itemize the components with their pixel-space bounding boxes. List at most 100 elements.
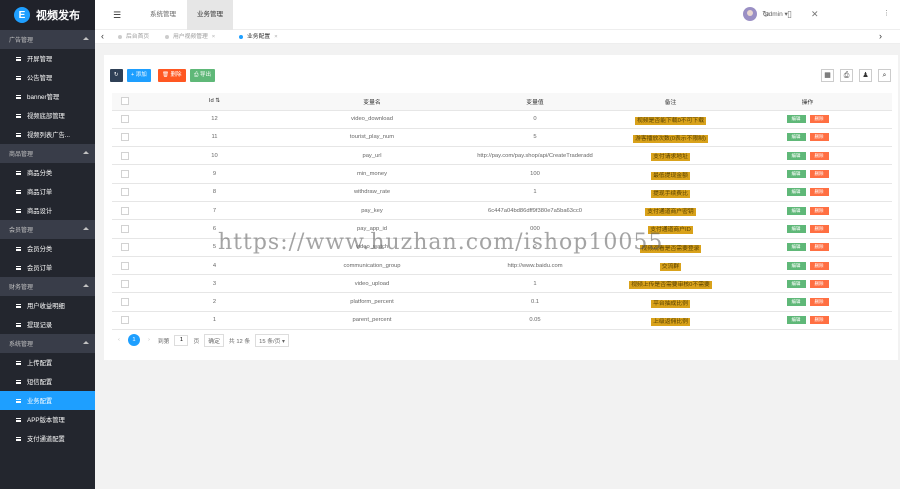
sidebar-item[interactable]: 公告管理 (0, 68, 95, 87)
print-icon[interactable]: ⎙ (840, 69, 853, 82)
table-row[interactable]: 1 parent_percent 0.05 上级返佣比例 编辑 删除 (112, 311, 892, 331)
sidebar-item[interactable]: banner管理 (0, 87, 95, 106)
row-checkbox[interactable] (112, 183, 137, 202)
more-icon[interactable]: ⋮ (883, 9, 890, 17)
row-delete-button[interactable]: 删除 (809, 151, 829, 160)
sidebar-group-4[interactable]: 系统管理 (0, 334, 95, 353)
edit-button[interactable]: 编辑 (786, 133, 806, 142)
row-delete-button[interactable]: 删除 (809, 243, 829, 252)
row-checkbox[interactable] (112, 238, 137, 257)
refresh-button[interactable]: ↻ (110, 69, 123, 82)
row-delete-button[interactable]: 删除 (809, 298, 829, 307)
table-row[interactable]: 7 pay_key 6c447a04bd86dff9f380e7a5ba63cc0 支… (112, 201, 892, 221)
menu-icon[interactable]: ☰ (113, 10, 121, 21)
row-checkbox[interactable] (112, 110, 137, 129)
edit-button[interactable]: 编辑 (786, 298, 806, 307)
page-tab-user-videos[interactable]: 用户视频管理 × (165, 30, 215, 44)
row-checkbox[interactable] (112, 219, 137, 239)
edit-button[interactable]: 编辑 (786, 206, 806, 215)
sidebar-item[interactable]: 商品分类 (0, 163, 95, 182)
table-row[interactable]: 12 video_download 0 视频是否能下载0不可下载 编辑 删除 (112, 110, 892, 129)
sidebar-group-3[interactable]: 财务管理 (0, 277, 95, 296)
sidebar-item[interactable]: 视频列表广告... (0, 125, 95, 144)
edit-button[interactable]: 编辑 (786, 316, 806, 325)
tabs-left-arrow[interactable]: ‹ (101, 31, 104, 41)
sidebar-item[interactable]: 开屏管理 (0, 49, 95, 68)
tab-business[interactable]: 业务管理 (187, 0, 233, 30)
row-delete-button[interactable]: 删除 (809, 133, 829, 142)
row-delete-button[interactable]: 删除 (809, 316, 829, 325)
sidebar-item[interactable]: 会员分类 (0, 239, 95, 258)
row-delete-button[interactable]: 删除 (809, 261, 829, 270)
tabs-right-arrow[interactable]: › (879, 31, 882, 41)
page-tab-home[interactable]: 后台首页 (118, 30, 149, 44)
row-checkbox[interactable] (112, 201, 137, 221)
next-page-button[interactable]: › (148, 337, 150, 343)
table-row[interactable]: 2 platform_percent 0.1 平台抽成比例 编辑 删除 (112, 292, 892, 312)
edit-button[interactable]: 编辑 (786, 115, 806, 124)
sidebar-group-0[interactable]: 广告管理 (0, 30, 95, 49)
export-button[interactable]: ⎙ 导出 (190, 69, 215, 82)
sidebar-item[interactable]: 视频底部管理 (0, 106, 95, 125)
sidebar-item[interactable]: 用户收益明细 (0, 296, 95, 315)
goto-page-input[interactable] (174, 334, 189, 346)
edit-button[interactable]: 编辑 (786, 188, 806, 197)
table-row[interactable]: 9 min_money 100 最低提现金额 编辑 删除 (112, 164, 892, 184)
row-delete-button[interactable]: 删除 (809, 224, 829, 233)
select-all-checkbox[interactable] (112, 93, 137, 111)
page-tab-business-config[interactable]: 业务配置 × (239, 30, 278, 44)
row-delete-button[interactable]: 删除 (809, 206, 829, 215)
avatar[interactable] (743, 7, 757, 21)
row-delete-button[interactable]: 删除 (809, 115, 829, 124)
grid-icon[interactable]: ▦ (821, 69, 834, 82)
sidebar-item[interactable]: 短信配置 (0, 372, 95, 391)
table-row[interactable]: 8 withdraw_rate 1 提现手续费比 编辑 删除 (112, 183, 892, 202)
sidebar-item[interactable]: 支付通道配置 (0, 429, 95, 448)
sidebar-item[interactable]: 商品设计 (0, 201, 95, 220)
col-id[interactable]: Id ⇅ (137, 93, 292, 111)
row-checkbox[interactable] (112, 146, 137, 166)
edit-button[interactable]: 编辑 (786, 243, 806, 252)
table-row[interactable]: 4 communication_group http://www.baidu.com… (112, 256, 892, 276)
user-icon[interactable]: ♟ (859, 69, 872, 82)
edit-button[interactable]: 编辑 (786, 224, 806, 233)
edit-button[interactable]: 编辑 (786, 261, 806, 270)
table-row[interactable]: 10 pay_url http://pay.com/pay.shop/api/Cre… (112, 146, 892, 166)
table-row[interactable]: 11 tourist_play_num 5 游客播放次数(0表示不限制) 编辑 删除 (112, 128, 892, 148)
search-icon[interactable]: ⌕ (878, 69, 891, 82)
edit-button[interactable]: 编辑 (786, 279, 806, 288)
row-checkbox[interactable] (112, 274, 137, 294)
expand-icon[interactable]: ✕ (811, 9, 819, 20)
row-checkbox[interactable] (112, 164, 137, 184)
row-checkbox[interactable] (112, 292, 137, 312)
sidebar-item[interactable]: 上传配置 (0, 353, 95, 372)
sidebar-item[interactable]: 商品订单 (0, 182, 95, 201)
cell-value: http://www.baidu.com (452, 256, 618, 276)
per-page-select[interactable]: 15 条/页 ▾ (255, 333, 289, 347)
row-delete-button[interactable]: 删除 (809, 279, 829, 288)
username[interactable]: admin ▾ (765, 10, 788, 18)
table-row[interactable]: 3 video_upload 1 视频上传是否需要审核0不需要 编辑 删除 (112, 274, 892, 294)
goto-confirm-button[interactable]: 确定 (204, 333, 224, 347)
row-checkbox[interactable] (112, 256, 137, 276)
close-icon[interactable]: × (274, 30, 277, 44)
delete-button[interactable]: 🗑 删除 (158, 69, 186, 82)
add-button[interactable]: + 添加 (127, 69, 151, 82)
sidebar-item[interactable]: 会员订单 (0, 258, 95, 277)
close-icon[interactable]: × (212, 30, 215, 44)
edit-button[interactable]: 编辑 (786, 151, 806, 160)
app-logo[interactable]: E 视频发布 (0, 0, 95, 30)
sidebar-group-1[interactable]: 商品管理 (0, 144, 95, 163)
sidebar-item[interactable]: 业务配置 (0, 391, 95, 410)
row-delete-button[interactable]: 删除 (809, 170, 829, 179)
row-delete-button[interactable]: 删除 (809, 188, 829, 197)
sidebar-item[interactable]: 提现记录 (0, 315, 95, 334)
tab-system[interactable]: 系统管理 (140, 0, 186, 30)
sidebar-group-2[interactable]: 会员管理 (0, 220, 95, 239)
row-checkbox[interactable] (112, 128, 137, 148)
row-checkbox[interactable] (112, 311, 137, 331)
edit-button[interactable]: 编辑 (786, 170, 806, 179)
page-number-1[interactable]: 1 (127, 334, 140, 346)
sidebar-item[interactable]: APP版本管理 (0, 410, 95, 429)
prev-page-button[interactable]: ‹ (118, 337, 120, 343)
